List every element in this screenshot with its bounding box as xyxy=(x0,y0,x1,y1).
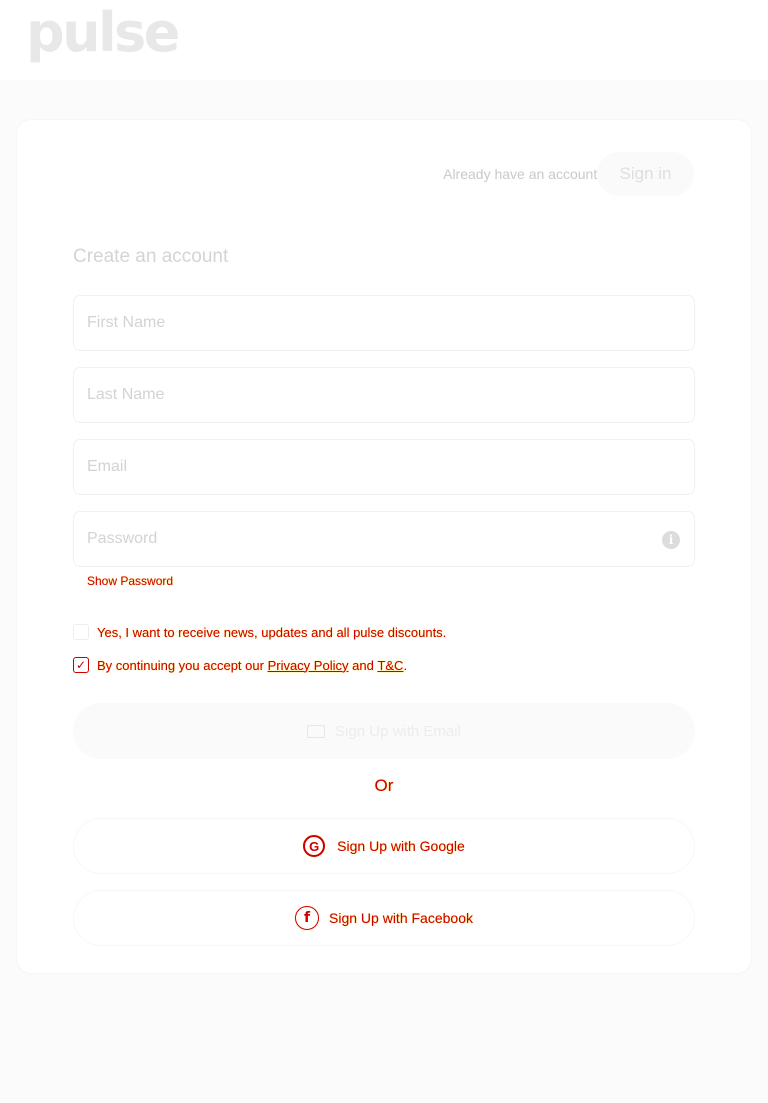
last-name-field[interactable] xyxy=(73,367,695,423)
facebook-icon: f xyxy=(295,906,320,930)
info-icon[interactable]: i xyxy=(662,531,680,549)
terms-and-text: and xyxy=(352,657,374,673)
google-signup-label: Sign Up with Google xyxy=(337,838,465,854)
privacy-policy-link[interactable]: Privacy Policy xyxy=(268,658,349,673)
google-signup-button[interactable]: G Sign Up with Google xyxy=(73,818,695,874)
top-bar: pulse xyxy=(0,0,768,80)
terms-checkbox[interactable]: ✓ xyxy=(73,657,89,673)
page-title: Create an account xyxy=(73,246,229,267)
mail-icon xyxy=(307,724,326,738)
password-input[interactable] xyxy=(74,512,694,566)
email-field[interactable] xyxy=(73,439,695,495)
pulse-logo[interactable]: pulse xyxy=(26,6,180,60)
newsletter-label: Yes, I want to receive news, updates and… xyxy=(97,624,447,640)
newsletter-checkbox[interactable] xyxy=(73,624,89,640)
signup-email-button[interactable]: Sign Up with Email xyxy=(73,703,695,759)
tnc-link[interactable]: T&C xyxy=(377,658,403,673)
checkmark-icon: ✓ xyxy=(75,658,87,672)
first-name-input[interactable] xyxy=(74,296,694,350)
or-divider: Or xyxy=(374,776,394,795)
google-icon: G xyxy=(303,835,326,857)
first-name-field[interactable] xyxy=(73,295,695,351)
email-input[interactable] xyxy=(74,440,694,494)
last-name-input[interactable] xyxy=(74,368,694,422)
have-account-text: Already have an account? xyxy=(443,166,605,182)
terms-suffix: . xyxy=(403,657,408,673)
signin-button[interactable]: Sign in xyxy=(597,152,694,196)
terms-prefix: By continuing you accept our xyxy=(97,657,264,673)
terms-row: ✓ By continuing you accept our Privacy P… xyxy=(73,657,407,673)
newsletter-row: Yes, I want to receive news, updates and… xyxy=(73,624,446,640)
password-field[interactable]: i xyxy=(73,511,695,567)
show-password-toggle[interactable]: Show Password xyxy=(87,574,173,588)
facebook-signup-label: Sign Up with Facebook xyxy=(329,910,473,926)
facebook-signup-button[interactable]: f Sign Up with Facebook xyxy=(73,890,695,946)
signup-email-label: Sign Up with Email xyxy=(335,722,461,740)
